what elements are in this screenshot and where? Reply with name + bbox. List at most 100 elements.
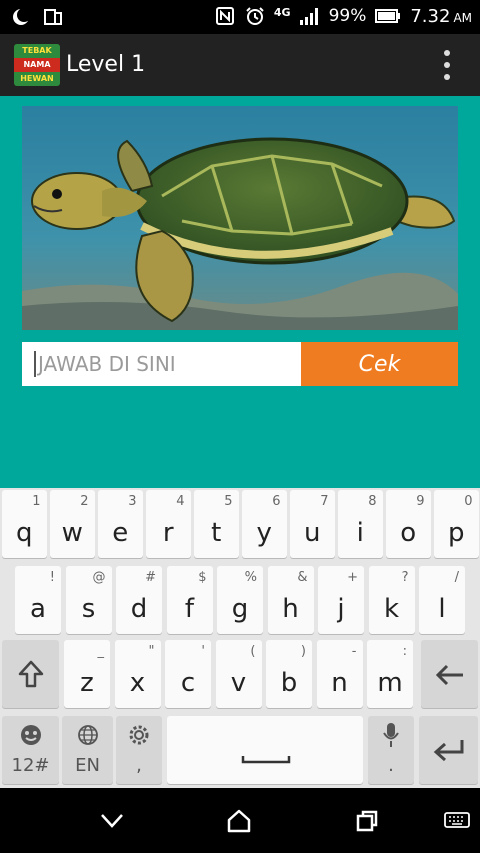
quiz-content: JAWAB DI SINI Cek	[0, 96, 480, 488]
backspace-key[interactable]	[421, 640, 478, 708]
key-label: t	[211, 518, 222, 548]
key-label: m	[377, 668, 403, 698]
key-c[interactable]: ' c	[165, 640, 211, 708]
key-hint: '	[201, 644, 205, 659]
key-p[interactable]: 0p	[434, 490, 479, 558]
key-hint: #	[145, 570, 156, 585]
key-w[interactable]: 2w	[50, 490, 95, 558]
answer-input[interactable]: JAWAB DI SINI	[22, 342, 301, 386]
settings-comma-key[interactable]: ,	[116, 716, 162, 784]
key-z[interactable]: _ z	[64, 640, 110, 708]
keyboard-switch-icon[interactable]	[440, 804, 474, 838]
answer-placeholder: JAWAB DI SINI	[38, 352, 176, 376]
key-g[interactable]: % g	[217, 566, 263, 634]
key-hint: ?	[401, 570, 409, 585]
key-r[interactable]: 4r	[146, 490, 191, 558]
navigation-bar	[0, 788, 480, 853]
key-label: p	[447, 518, 465, 548]
key-label: w	[61, 518, 83, 548]
key-label: n	[331, 668, 348, 698]
key-label: b	[280, 668, 298, 698]
key-q[interactable]: 1q	[2, 490, 47, 558]
key-label: j	[337, 594, 345, 624]
key-v[interactable]: (v	[215, 640, 262, 708]
key-hint: 5	[224, 494, 233, 509]
key-label: v	[230, 668, 247, 698]
key-l[interactable]: / l	[419, 566, 465, 634]
nfc-icon	[214, 5, 236, 27]
key-hint: 1	[32, 494, 41, 509]
enter-key[interactable]	[419, 716, 478, 784]
key-hint: %	[244, 570, 257, 585]
key-hint: +	[347, 570, 358, 585]
key-label: z	[80, 668, 94, 698]
key-label: s	[81, 594, 96, 624]
key-label: u	[304, 518, 321, 548]
key-b[interactable]: ) b	[266, 640, 312, 708]
key-hint: (	[250, 644, 256, 659]
text-cursor	[34, 351, 36, 377]
key-t[interactable]: 5t	[194, 490, 239, 558]
key-label: l	[438, 594, 446, 624]
space-bar[interactable]	[167, 716, 363, 784]
network-type: 4G	[273, 5, 291, 19]
alarm-icon	[244, 5, 266, 27]
symbols-key[interactable]: 12#	[2, 716, 59, 784]
overflow-menu-icon[interactable]	[444, 50, 452, 80]
app-bar: TEBAK NAMA HEWAN Level 1	[0, 34, 480, 96]
battery-icon	[374, 5, 402, 27]
battery-percent: 99%	[328, 6, 367, 26]
key-f[interactable]: $ f	[166, 566, 213, 634]
key-label: r	[162, 518, 174, 548]
key-label: i	[356, 518, 364, 548]
key-u[interactable]: 7u	[290, 490, 335, 558]
page-title: Level 1	[66, 52, 146, 77]
key-hint: 2	[80, 494, 89, 509]
key-o[interactable]: 9o	[386, 490, 431, 558]
key-hint: 4	[176, 494, 185, 509]
key-label: e	[112, 518, 129, 548]
shift-key[interactable]	[2, 640, 59, 708]
key-h[interactable]: & h	[267, 566, 314, 634]
key-label: x	[129, 668, 146, 698]
key-a[interactable]: ! a	[15, 566, 61, 634]
check-button[interactable]: Cek	[301, 342, 458, 386]
key-hint: _	[97, 644, 105, 659]
key-k[interactable]: ? k	[368, 566, 415, 634]
key-hint: -	[351, 644, 357, 659]
key-hint: 3	[128, 494, 137, 509]
key-hint: "	[148, 644, 155, 659]
soft-keyboard: 1q2w3e4r5t6y7u8i9o0p ! a @ s # d $ f% g & h + j? k / l …	[0, 488, 480, 788]
mic-period-key[interactable]: .	[368, 716, 414, 784]
key-label: d	[130, 594, 148, 624]
key-i[interactable]: 8i	[338, 490, 383, 558]
key-j[interactable]: + j	[318, 566, 364, 634]
key-label: a	[30, 594, 46, 624]
key-label: o	[400, 518, 417, 548]
key-label: c	[180, 668, 196, 698]
clock: 7.32 AM	[410, 5, 472, 27]
key-label: k	[383, 594, 400, 624]
key-m[interactable]: :m	[367, 640, 413, 708]
key-s[interactable]: @ s	[65, 566, 112, 634]
key-e[interactable]: 3e	[98, 490, 143, 558]
key-hint: 8	[368, 494, 377, 509]
key-hint: 7	[320, 494, 329, 509]
key-hint: 9	[416, 494, 425, 509]
key-d[interactable]: # d	[116, 566, 162, 634]
key-hint: :	[402, 644, 407, 659]
key-label: y	[256, 518, 272, 548]
key-hint: !	[49, 570, 55, 585]
recent-apps-icon[interactable]	[350, 804, 384, 838]
screen-mirror-icon	[42, 6, 64, 28]
language-key[interactable]: EN	[62, 716, 113, 784]
key-y[interactable]: 6y	[242, 490, 287, 558]
key-label: h	[282, 594, 299, 624]
key-x[interactable]: " x	[114, 640, 161, 708]
night-mode-icon	[10, 6, 32, 28]
signal-icon	[299, 5, 321, 27]
app-logo: TEBAK NAMA HEWAN	[14, 44, 60, 86]
home-icon[interactable]	[222, 804, 256, 838]
back-chevron-icon[interactable]	[95, 804, 129, 838]
key-n[interactable]: -n	[316, 640, 363, 708]
